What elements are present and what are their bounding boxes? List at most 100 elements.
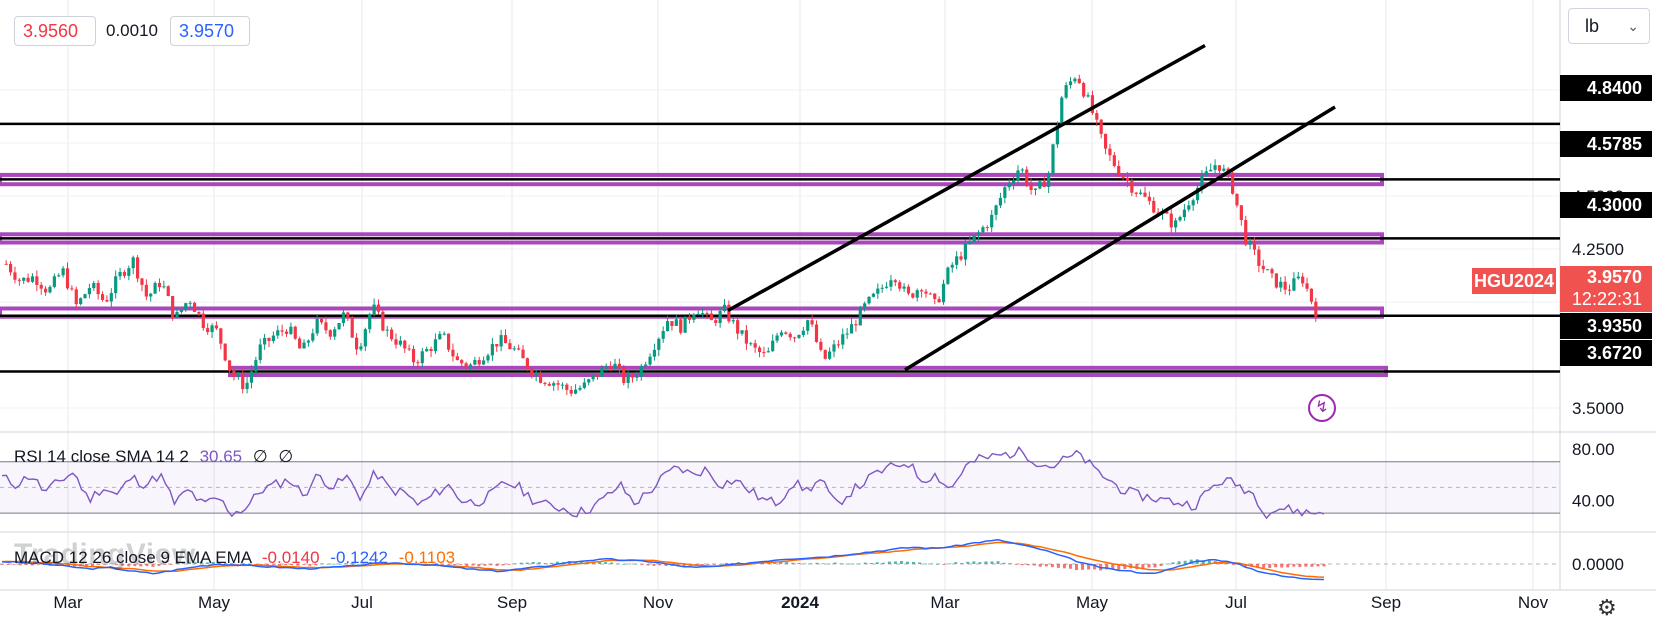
candle-body	[258, 344, 262, 361]
candle-body	[1016, 170, 1020, 181]
macd-histogram-bar	[658, 564, 662, 566]
macd-histogram-bar	[881, 562, 885, 564]
candle-body	[648, 356, 652, 365]
candle-body	[455, 356, 459, 361]
macd-histogram-bar	[1020, 564, 1024, 566]
candle-body	[1292, 278, 1296, 291]
candle-body	[1051, 144, 1055, 174]
candle-body	[1257, 249, 1261, 266]
candle-body	[1112, 155, 1116, 166]
candle-body	[1125, 177, 1130, 181]
macd-histogram-bar	[712, 564, 716, 565]
candle-body	[210, 325, 214, 333]
last-price-tag: 3.9570 12:22:31	[1560, 266, 1652, 312]
macd-histogram-bar	[996, 561, 1000, 564]
candle-body	[560, 384, 565, 386]
macd-histogram-bar	[930, 563, 934, 565]
candle-body	[1025, 169, 1029, 185]
gear-icon[interactable]: ⚙	[1597, 595, 1617, 621]
candle-body	[1239, 205, 1243, 221]
last-price: 3.9570	[1586, 267, 1642, 287]
time-tick-label: Mar	[930, 593, 960, 612]
candle-body	[249, 371, 254, 383]
unit-selector[interactable]: lb ⌄	[1568, 8, 1650, 44]
candle-body	[87, 288, 91, 295]
candle-body	[355, 337, 359, 350]
candle-body	[473, 359, 477, 365]
candle-body	[1143, 192, 1147, 197]
macd-histogram-bar	[483, 564, 487, 566]
candle-body	[92, 282, 96, 289]
candle-body	[1047, 173, 1051, 187]
candle-body	[828, 351, 832, 359]
macd-histogram-bar	[640, 564, 644, 565]
candle-body	[429, 349, 433, 352]
ask-price: 3.9570	[179, 21, 235, 41]
price-chart[interactable]: 5.00004.75004.50004.25004.00003.500080.0…	[0, 0, 1656, 624]
candle-body	[972, 235, 976, 242]
candle-body	[157, 282, 162, 288]
candle-body	[1042, 181, 1046, 187]
candle-body	[941, 283, 946, 303]
candle-body	[372, 304, 376, 315]
candle-body	[622, 366, 626, 383]
macd-legend[interactable]: MACD 12 26 close 9 EMA EMA -0.0140 -0.12…	[14, 548, 455, 568]
level-tag-4-3000: 4.3000	[1560, 192, 1652, 218]
candle-body	[79, 298, 83, 305]
lightning-icon[interactable]: ↯	[1308, 394, 1336, 422]
candle-body	[390, 329, 394, 340]
level-tag-3-9350: 3.9350	[1560, 313, 1652, 339]
macd-histogram-bar	[1280, 564, 1284, 568]
candle-body	[574, 389, 578, 394]
candle-body	[1174, 220, 1178, 228]
candle-body	[495, 344, 499, 347]
candle-body	[757, 347, 762, 353]
macd-histogram-bar	[827, 563, 831, 565]
candle-body	[61, 268, 65, 276]
candle-body	[263, 337, 267, 345]
candle-body	[591, 374, 595, 380]
macd-histogram-bar	[0, 564, 4, 565]
candle-body	[1204, 171, 1208, 176]
candle-body	[823, 349, 827, 359]
macd-histogram-bar	[1147, 564, 1151, 568]
ask-price-box[interactable]: 3.9570	[170, 16, 250, 46]
rsi-tick-label: 40.00	[1572, 491, 1615, 510]
bid-price-box[interactable]: 3.9560	[14, 16, 96, 46]
candle-body	[1182, 209, 1186, 218]
candle-body	[1103, 133, 1108, 149]
candle-body	[499, 335, 503, 347]
macd-histogram-bar	[1231, 564, 1235, 565]
price-tick-label: 4.2500	[1572, 240, 1624, 259]
candle-body	[1012, 180, 1016, 184]
candle-body	[298, 338, 302, 349]
candle-body	[661, 331, 665, 339]
candle-body	[486, 355, 490, 361]
rsi-legend[interactable]: RSI 14 close SMA 14 2 30.65 ∅ ∅	[14, 447, 293, 467]
candle-body	[530, 369, 534, 376]
candle-body	[131, 257, 135, 269]
candle-body	[48, 286, 52, 293]
chart-stage[interactable]: 5.00004.75004.50004.25004.00003.500080.0…	[0, 0, 1656, 624]
macd-histogram-bar	[924, 563, 928, 565]
candle-body	[385, 329, 389, 331]
time-tick-label: Nov	[1518, 593, 1549, 612]
candle-body	[876, 288, 880, 294]
macd-histogram-bar	[809, 563, 813, 565]
candle-body	[333, 329, 337, 337]
macd-histogram-bar	[1268, 564, 1272, 568]
candle-body	[1169, 213, 1173, 228]
candle-body	[416, 362, 420, 364]
candle-body	[39, 284, 43, 289]
rsi-na-2: ∅	[278, 447, 294, 466]
macd-histogram-bar	[519, 562, 523, 564]
time-tick-label: Mar	[53, 593, 83, 612]
candle-body	[556, 383, 560, 385]
candle-body	[1301, 276, 1305, 284]
rsi-na-1: ∅	[252, 447, 268, 466]
candle-body	[1314, 301, 1318, 317]
candle-body	[1287, 289, 1292, 291]
macd-histogram-bar	[960, 563, 964, 564]
macd-histogram-bar	[893, 561, 897, 564]
candle-body	[854, 324, 858, 326]
